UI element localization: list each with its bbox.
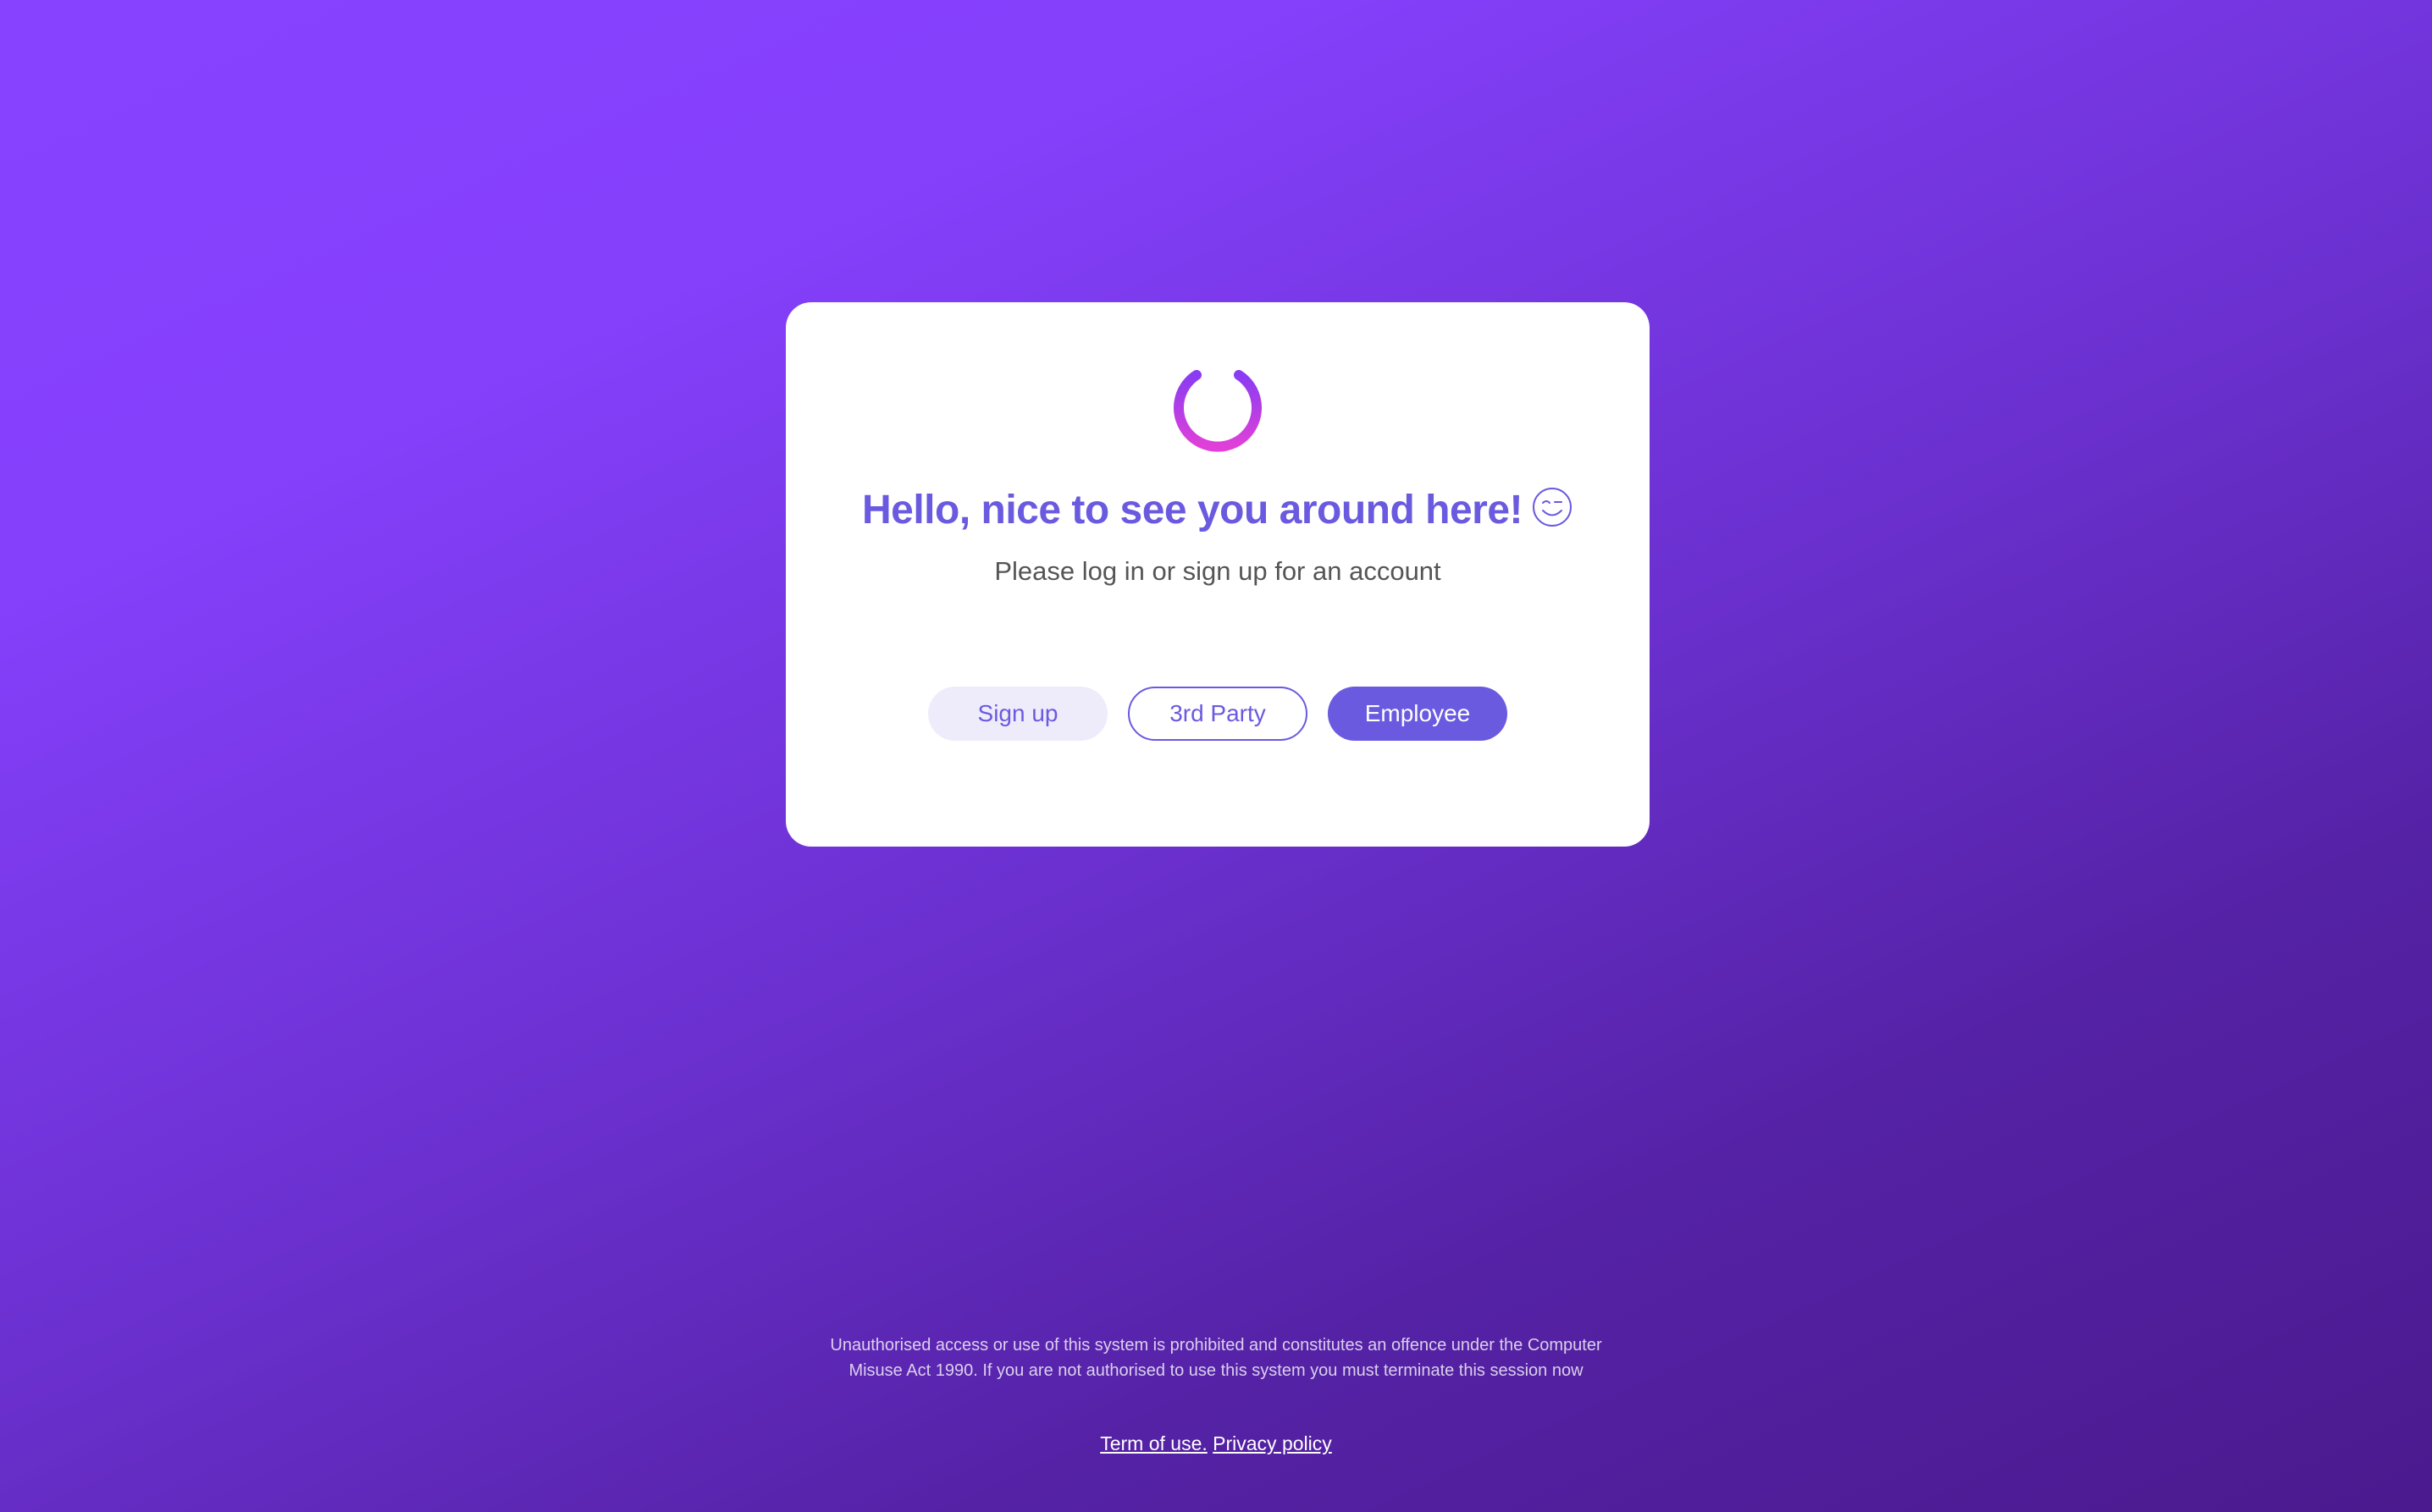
- sign-up-button[interactable]: Sign up: [928, 687, 1108, 741]
- power-icon: [1166, 351, 1269, 455]
- login-card: Hello, nice to see you around here! Plea…: [786, 302, 1650, 847]
- third-party-button[interactable]: 3rd Party: [1128, 687, 1307, 741]
- disclaimer-line: Misuse Act 1990. If you are not authoris…: [848, 1361, 1584, 1380]
- terms-of-use-link[interactable]: Term of use.: [1100, 1432, 1208, 1454]
- page-title: Hello, nice to see you around here!: [861, 488, 1523, 533]
- wink-icon: [1531, 486, 1573, 528]
- legal-disclaimer: Unauthorised access or use of this syste…: [793, 1333, 1639, 1383]
- auth-buttons: Sign up 3rd Party Employee: [786, 687, 1650, 741]
- footer-links: Term of use. Privacy policy: [0, 1432, 2432, 1455]
- privacy-policy-link[interactable]: Privacy policy: [1213, 1432, 1332, 1454]
- employee-button[interactable]: Employee: [1328, 687, 1507, 741]
- headline: Hello, nice to see you around here!: [786, 487, 1650, 533]
- page-subtitle: Please log in or sign up for an account: [994, 556, 1441, 586]
- disclaimer-line: Unauthorised access or use of this syste…: [830, 1336, 1602, 1355]
